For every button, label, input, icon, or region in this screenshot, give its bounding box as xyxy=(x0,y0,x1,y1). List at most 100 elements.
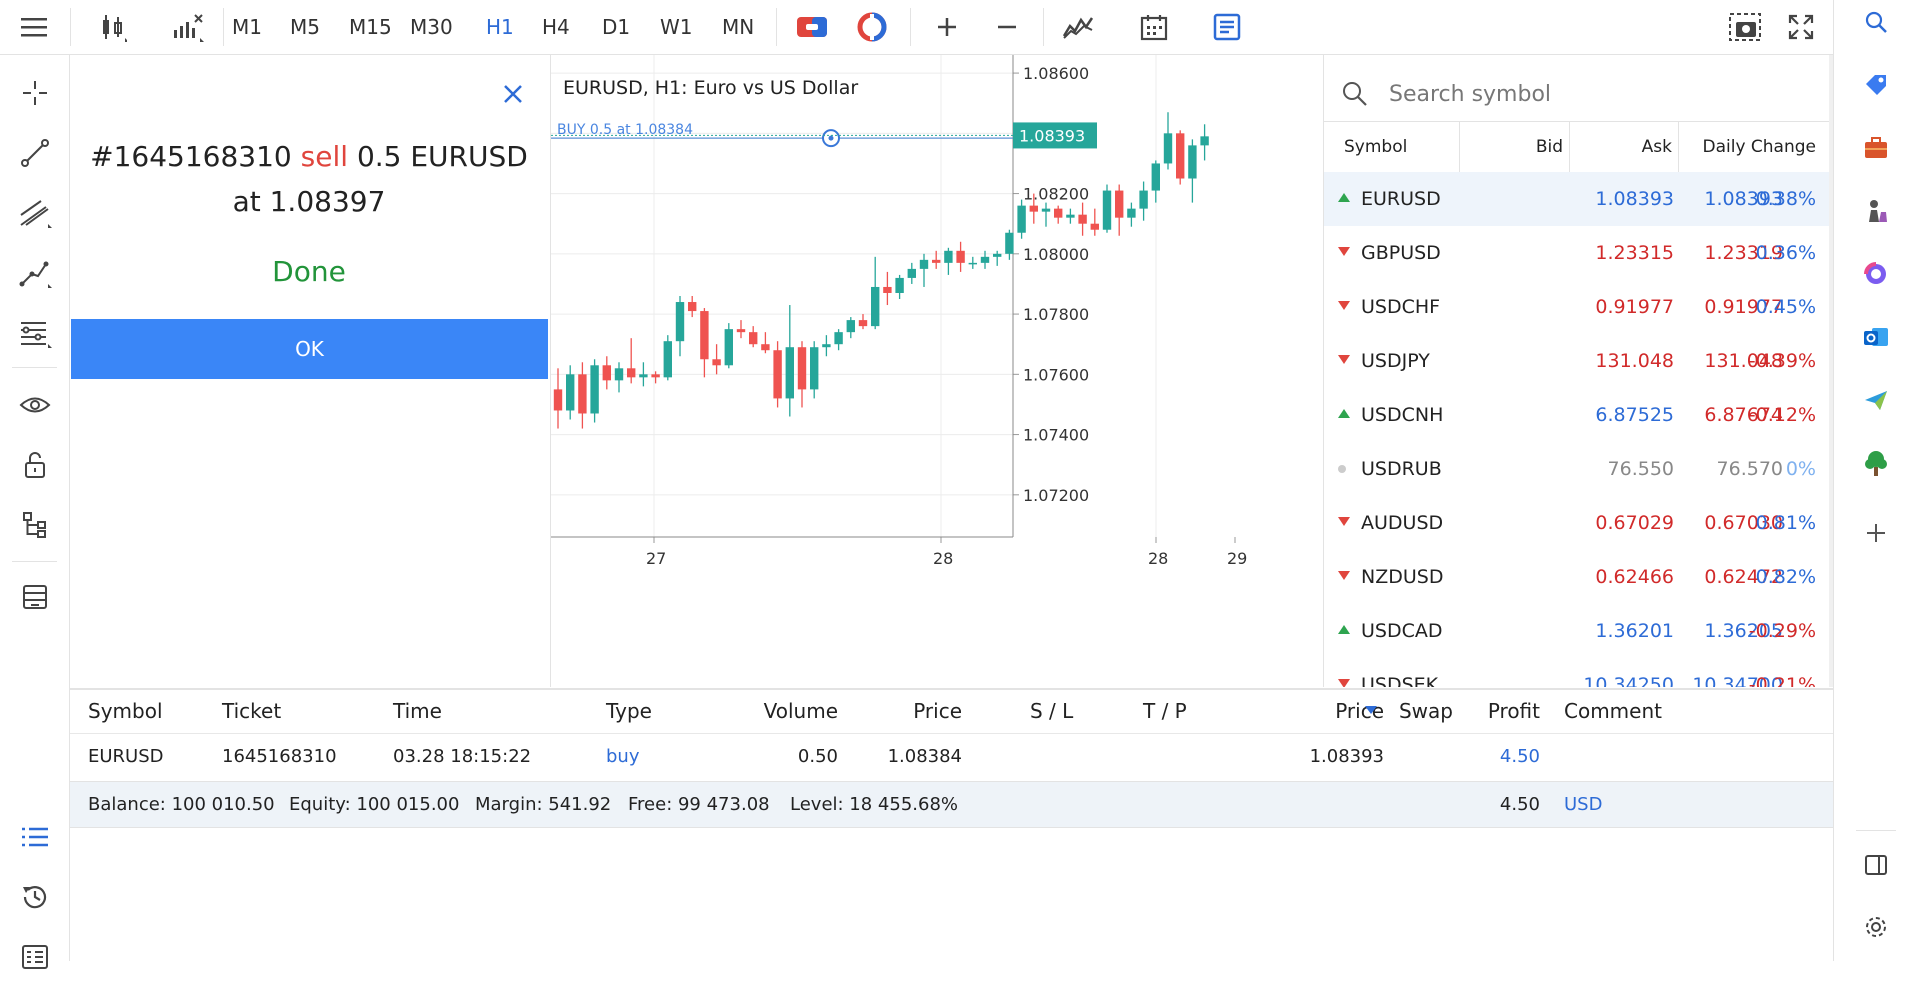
pos-header-tp[interactable]: T / P xyxy=(1143,690,1187,732)
watchlist-row[interactable]: EURUSD 1.08393 1.08393 0.38% xyxy=(1324,172,1829,226)
candle-body xyxy=(675,302,685,342)
col-header-symbol[interactable]: Symbol xyxy=(1344,122,1464,172)
candle-body xyxy=(1041,208,1051,212)
timeframe-h4[interactable]: H4 xyxy=(542,0,570,54)
add-icon[interactable] xyxy=(1834,508,1917,558)
watchlist-row[interactable]: USDCNH 6.87525 6.87674 -0.12% xyxy=(1324,388,1829,442)
send-icon[interactable] xyxy=(1834,375,1917,425)
arrow-up-icon xyxy=(1338,193,1350,202)
watchlist-row[interactable]: USDJPY 131.048 131.048 -0.39% xyxy=(1324,334,1829,388)
data-window-icon[interactable] xyxy=(0,572,69,622)
menu-icon[interactable] xyxy=(0,0,68,54)
price-tick-label: 1.08600 xyxy=(1023,64,1089,83)
chess-icon[interactable] xyxy=(1834,186,1917,236)
history-icon[interactable] xyxy=(0,872,69,922)
timeframe-h1[interactable]: H1 xyxy=(486,0,514,54)
search-input[interactable] xyxy=(1387,78,1791,110)
line-chart-icon[interactable] xyxy=(1056,0,1100,54)
zoom-out-icon[interactable] xyxy=(985,0,1029,54)
settings-gear-icon[interactable] xyxy=(1834,902,1917,952)
watchlist-row[interactable]: USDCAD 1.36201 1.36205 -0.29% xyxy=(1324,604,1829,658)
col-header-daily-change[interactable]: Daily Change xyxy=(1678,122,1816,172)
zoom-in-icon[interactable] xyxy=(925,0,969,54)
timeframe-m15[interactable]: M15 xyxy=(349,0,392,54)
candle-body xyxy=(566,374,575,411)
pos-header-profit[interactable]: Profit xyxy=(1470,690,1540,732)
candle-body xyxy=(688,302,697,312)
watchlist-row[interactable]: USDSEK 10.34250 10.34700 -0.21% xyxy=(1324,658,1829,687)
watch-symbol: USDSEK xyxy=(1361,674,1439,687)
pos-header-comment[interactable]: Comment xyxy=(1564,690,1662,732)
screenshot-icon[interactable] xyxy=(1722,0,1768,54)
timeframe-m30[interactable]: M30 xyxy=(410,0,453,54)
account-currency[interactable]: USD xyxy=(1564,782,1602,827)
trade-list-icon[interactable] xyxy=(0,812,69,862)
pos-time: 03.28 18:15:22 xyxy=(393,745,532,767)
col-header-bid[interactable]: Bid xyxy=(1459,122,1563,172)
tag-icon[interactable] xyxy=(1834,60,1917,110)
pos-header-volume[interactable]: Volume xyxy=(718,690,838,732)
candle-body xyxy=(627,368,636,378)
chart-type-candles-icon[interactable] xyxy=(90,0,134,54)
pos-header-current-price[interactable]: Price xyxy=(1220,690,1384,732)
pos-header-type[interactable]: Type xyxy=(606,690,652,732)
one-click-trading-icon[interactable] xyxy=(790,0,834,54)
watch-symbol: USDJPY xyxy=(1361,350,1430,372)
timeframe-mn[interactable]: MN xyxy=(722,0,754,54)
watch-symbol: EURUSD xyxy=(1361,188,1441,210)
watch-symbol: USDCHF xyxy=(1361,296,1441,318)
search-icon[interactable] xyxy=(1834,0,1917,47)
channel-icon[interactable] xyxy=(0,188,69,238)
ok-button[interactable]: OK xyxy=(71,319,548,379)
pos-header-price[interactable]: Price xyxy=(870,690,962,732)
briefcase-icon[interactable] xyxy=(1834,123,1917,173)
order-side: sell xyxy=(300,140,349,173)
indicators-icon[interactable] xyxy=(162,0,212,54)
pos-header-symbol[interactable]: Symbol xyxy=(88,690,163,732)
outlook-icon[interactable] xyxy=(1834,312,1917,362)
pos-header-ticket[interactable]: Ticket xyxy=(222,690,281,732)
watchlist-row[interactable]: GBPUSD 1.23315 1.23319 0.36% xyxy=(1324,226,1829,280)
fibonacci-icon[interactable] xyxy=(0,308,69,358)
pos-header-swap[interactable]: Swap xyxy=(1383,690,1453,732)
journal-icon[interactable] xyxy=(0,932,69,982)
calendar-icon[interactable] xyxy=(1132,0,1176,54)
timeframe-d1[interactable]: D1 xyxy=(602,0,630,54)
sort-down-icon[interactable] xyxy=(1365,690,1377,732)
crosshair-icon[interactable] xyxy=(0,68,69,118)
candle-body xyxy=(871,286,880,327)
arrow-up-icon xyxy=(1338,409,1350,418)
tree-icon[interactable] xyxy=(1834,438,1917,488)
timeframe-m5[interactable]: M5 xyxy=(290,0,320,54)
candle-body xyxy=(602,365,611,381)
candle-body xyxy=(590,365,599,414)
watchlist-row[interactable]: USDRUB 76.550 76.570 0% xyxy=(1324,442,1829,496)
sidebar-toggle-icon[interactable] xyxy=(1834,840,1917,890)
chart-canvas[interactable]: 1.086001.084001.082001.080001.078001.076… xyxy=(551,55,1321,687)
lock-icon[interactable] xyxy=(0,440,69,490)
timeframe-m1[interactable]: M1 xyxy=(232,0,262,54)
copilot-icon[interactable] xyxy=(1834,249,1917,299)
close-icon[interactable] xyxy=(498,79,528,109)
chart-title: EURUSD, H1: Euro vs US Dollar xyxy=(563,77,859,99)
price-tick-label: 1.07600 xyxy=(1023,365,1089,384)
trend-line-icon[interactable] xyxy=(0,128,69,178)
trade-levels-icon[interactable] xyxy=(850,0,894,54)
price-chart[interactable]: 1.086001.084001.082001.080001.078001.076… xyxy=(550,55,1321,687)
object-tree-icon[interactable] xyxy=(0,500,69,550)
candle-body xyxy=(797,347,807,390)
order-panel-icon[interactable] xyxy=(1205,0,1249,54)
candle-body xyxy=(1163,133,1173,164)
fullscreen-icon[interactable] xyxy=(1778,0,1824,54)
watchlist-row[interactable]: USDCHF 0.91977 0.91977 0.45% xyxy=(1324,280,1829,334)
timeframe-w1[interactable]: W1 xyxy=(660,0,693,54)
col-header-ask[interactable]: Ask xyxy=(1569,122,1672,172)
pos-header-time[interactable]: Time xyxy=(393,690,442,732)
candle-body xyxy=(639,374,648,378)
polyline-icon[interactable] xyxy=(0,248,69,298)
pos-header-sl[interactable]: S / L xyxy=(1030,690,1073,732)
pos-symbol[interactable]: EURUSD xyxy=(88,734,164,778)
watchlist-row[interactable]: NZDUSD 0.62466 0.62472 0.82% xyxy=(1324,550,1829,604)
visibility-eye-icon[interactable] xyxy=(0,380,69,430)
watchlist-row[interactable]: AUDUSD 0.67029 0.67030 0.81% xyxy=(1324,496,1829,550)
